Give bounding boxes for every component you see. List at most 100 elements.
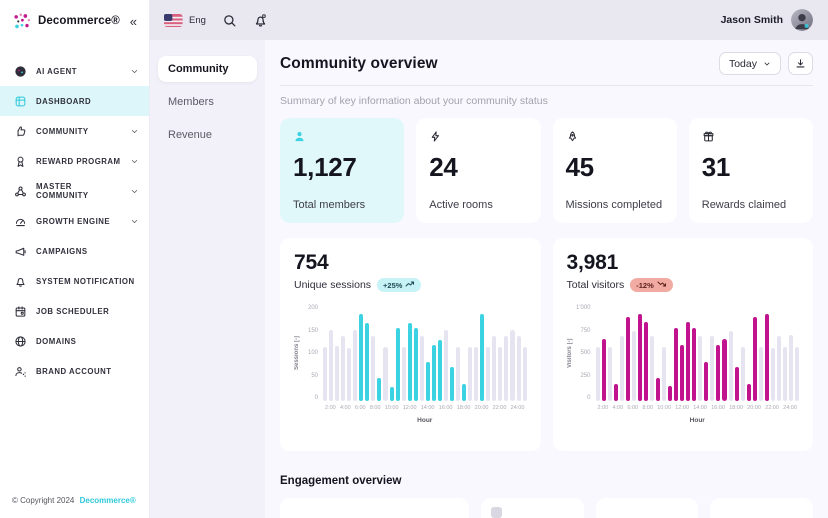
y-axis-label: Sessions [-]: [294, 336, 300, 371]
stat-value: 24: [429, 152, 458, 182]
download-button[interactable]: [788, 52, 813, 75]
bar: [722, 339, 727, 401]
stat-card: 45 Missions completed: [552, 118, 677, 223]
bar: [782, 347, 787, 401]
copyright-brand-link[interactable]: Decommerce®: [80, 496, 136, 505]
bar: [329, 329, 334, 401]
sidebar-item-job-scheduler[interactable]: JOB SCHEDULER: [0, 296, 149, 326]
sidebar-item-label: COMMUNITY: [36, 126, 89, 136]
chart-plot: Visitors [-] 1'000 750 500 250 0 2:00 4:00 6:00 8…: [567, 305, 800, 424]
bar: [643, 322, 648, 401]
sidebar-collapse-button[interactable]: «: [128, 15, 139, 28]
chart-subrow: Total visitors -12%: [567, 278, 800, 292]
stat-value: 45: [565, 152, 595, 182]
bar: [662, 347, 667, 401]
bar: [419, 335, 424, 401]
bar: [613, 383, 618, 401]
sidebar-item-dashboard[interactable]: DASHBOARD: [0, 86, 149, 116]
chevron-down-icon: [130, 67, 139, 76]
x-tick: 14:00: [420, 405, 435, 411]
change-badge: +25%: [377, 278, 422, 292]
period-select-button[interactable]: Today: [718, 52, 781, 75]
bars: [595, 305, 800, 401]
engagement-card: [595, 498, 699, 518]
bar: [758, 346, 763, 401]
bar: [764, 313, 769, 401]
bars: [323, 305, 527, 401]
bar: [710, 335, 715, 401]
trend-down-icon: [657, 280, 667, 290]
sidebar-item-growth-engine[interactable]: GROWTH ENGINE: [0, 206, 149, 236]
y-axis-ticks: 1'000 750 500 250 0: [575, 305, 591, 401]
bar: [674, 328, 679, 401]
chart-label: Unique sessions: [294, 279, 372, 291]
stat-card: 24 Active rooms: [416, 118, 541, 223]
x-tick: 18:00: [729, 405, 743, 411]
bar: [468, 346, 473, 401]
bar: [516, 336, 521, 401]
bar: [776, 335, 781, 401]
notifications-bell-icon[interactable]: [253, 13, 268, 28]
x-axis-ticks: 2:00 4:00 6:00 8:00 10:00 12:00 14:00 16:00 18:0…: [323, 405, 527, 411]
page-subtitle: Summary of key information about your co…: [280, 95, 548, 107]
bar: [740, 346, 745, 401]
bar: [649, 335, 654, 401]
sidebar-item-reward-program[interactable]: REWARD PROGRAM: [0, 146, 149, 176]
sidebar-item-community[interactable]: COMMUNITY: [0, 116, 149, 146]
stats-row: 1,127 Total members 24 Active rooms 45 Missio…: [280, 118, 813, 223]
sidebar-item-ai-agent[interactable]: AI AGENT: [0, 56, 149, 86]
sidebar-footer: © Copyright 2024 Decommerce®: [0, 496, 149, 518]
brand-name: Decommerce®: [38, 15, 120, 27]
x-tick: 6:00: [627, 405, 639, 411]
bar: [431, 344, 436, 401]
sidebar-item-label: CAMPAIGNS: [36, 246, 88, 256]
change-value: +25%: [383, 280, 403, 290]
chevron-down-icon: [130, 127, 139, 136]
x-tick: 12:00: [402, 405, 417, 411]
y-tick: 250: [580, 372, 591, 379]
sidebar-item-master-community[interactable]: MASTER COMMUNITY: [0, 176, 149, 206]
bar: [449, 367, 455, 401]
engagement-card: [481, 498, 584, 518]
sidebar-item-campaigns[interactable]: CAMPAIGNS: [0, 236, 149, 266]
x-axis-label: Hour: [417, 417, 433, 424]
user-menu[interactable]: Jason Smith: [721, 9, 813, 31]
chevron-down-icon: [130, 217, 139, 226]
sidebar-item-domains[interactable]: DOMAINS: [0, 326, 149, 356]
subnav-item-members[interactable]: Members: [158, 89, 257, 115]
engagement-title: Engagement overview: [280, 475, 402, 487]
topbar: Eng Jason Smith: [150, 0, 828, 40]
app-window: Decommerce® « AI AGENT DASHBOARD COMMUNITY…: [0, 0, 828, 518]
bar: [522, 346, 527, 401]
subnav-item-revenue[interactable]: Revenue: [158, 122, 257, 148]
bar: [395, 328, 400, 401]
bar: [746, 383, 751, 401]
plot-area: 2:00 4:00 6:00 8:00 10:00 12:00 14:00 16:00 18:0…: [595, 305, 800, 424]
language-selector[interactable]: Eng: [164, 13, 206, 27]
missions-icon: [566, 130, 579, 143]
x-axis-ticks: 2:00 4:00 6:00 8:00 10:00 12:00 14:00 16:00 18:0…: [596, 405, 800, 411]
bar: [486, 347, 491, 401]
x-tick: 24:00: [510, 405, 525, 411]
flag-icon: [164, 13, 183, 27]
sidebar-item-system-notification[interactable]: SYSTEM NOTIFICATION: [0, 266, 149, 296]
x-tick: 16:00: [438, 405, 453, 411]
bar: [341, 335, 346, 401]
bar: [728, 330, 733, 401]
bar: [492, 336, 497, 401]
scheduler-icon: [14, 305, 27, 318]
x-tick: 10:00: [384, 405, 399, 411]
bar: [371, 335, 376, 401]
sidebar-item-brand-account[interactable]: BRAND ACCOUNT: [0, 356, 149, 386]
x-tick: 12:00: [675, 405, 689, 411]
bar: [789, 334, 794, 401]
sidebar-item-label: DASHBOARD: [36, 96, 92, 106]
toolbar: Today: [718, 52, 813, 75]
bar: [480, 313, 485, 401]
search-icon[interactable]: [222, 13, 237, 28]
bar: [353, 329, 358, 401]
bar: [365, 322, 370, 401]
subnav-item-community[interactable]: Community: [158, 56, 257, 82]
stat-label: Total members: [293, 199, 366, 211]
x-tick: 2:00: [597, 405, 609, 411]
